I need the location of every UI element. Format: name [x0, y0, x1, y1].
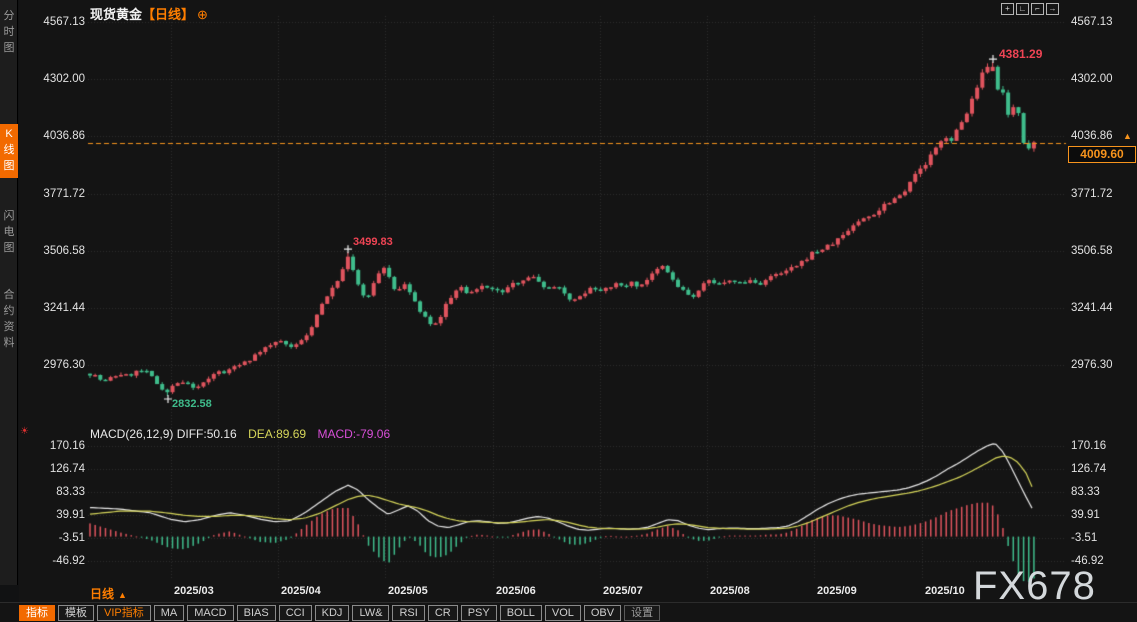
macd-axis-label-left: 126.74	[33, 463, 85, 475]
circle-plus-icon[interactable]: ⊕	[197, 7, 208, 22]
price-axis-label-left: 4036.86	[33, 130, 85, 142]
tab-CR[interactable]: CR	[428, 605, 458, 621]
tab-BOLL[interactable]: BOLL	[500, 605, 542, 621]
tab-指标[interactable]: 指标	[19, 605, 55, 621]
macd-axis-label-right: 39.91	[1071, 509, 1100, 521]
price-up-arrow-icon: ▲	[1123, 131, 1132, 141]
tab-模板[interactable]: 模板	[58, 605, 94, 621]
zoom-x-axis-icon[interactable]: ∟	[1016, 3, 1029, 15]
macd-hist-value: MACD:-79.06	[317, 427, 390, 441]
sidebar-item-1[interactable]: 分 时 图	[0, 6, 18, 60]
x-axis-label-month: 2025/09	[817, 585, 857, 597]
tab-设置[interactable]: 设置	[624, 605, 660, 621]
export-icon[interactable]: →	[1046, 3, 1059, 15]
last-price-badge[interactable]: 4009.60	[1068, 146, 1136, 163]
tab-VOL[interactable]: VOL	[545, 605, 581, 621]
x-axis-label-month: 2025/07	[603, 585, 643, 597]
annotation-all-time-high: 4381.29	[999, 47, 1042, 61]
price-axis-label-left: 4567.13	[33, 16, 85, 28]
macd-params-diff-value: MACD(26,12,9) DIFF:50.16	[90, 427, 237, 441]
tab-MA[interactable]: MA	[154, 605, 185, 621]
indicator-tab-bar: 指标模板VIP指标MAMACDBIASCCIKDJLW&RSICRPSYBOLL…	[0, 602, 1137, 622]
price-axis-label-left: 3241.44	[33, 302, 85, 314]
chart-canvas[interactable]	[0, 0, 1137, 622]
price-axis-label-right: 2976.30	[1071, 359, 1113, 371]
triangle-up-icon: ▲	[118, 590, 127, 600]
macd-axis-label-left: 39.91	[33, 509, 85, 521]
x-axis-label-month: 2025/05	[388, 585, 428, 597]
x-axis-label-month: 2025/04	[281, 585, 321, 597]
tab-VIP指标[interactable]: VIP指标	[97, 605, 151, 621]
macd-dea-value: DEA:89.69	[248, 427, 306, 441]
indicator-alert-icon[interactable]: ☀	[20, 426, 29, 437]
macd-axis-label-right: -46.92	[1071, 555, 1104, 567]
period-name: 【日线】	[142, 7, 194, 22]
x-axis-label-month: 2025/10	[925, 585, 965, 597]
period-text: 日线	[90, 587, 114, 601]
price-axis-label-right: 3241.44	[1071, 302, 1113, 314]
price-axis-label-left: 3506.58	[33, 245, 85, 257]
tab-KDJ[interactable]: KDJ	[315, 605, 350, 621]
tab-LW&[interactable]: LW&	[352, 605, 389, 621]
price-axis-label-right: 4036.86	[1071, 130, 1113, 142]
price-axis-label-left: 4302.00	[33, 73, 85, 85]
sidebar-item-3[interactable]: 闪 电 图	[0, 206, 18, 260]
price-axis-label-right: 3506.58	[1071, 245, 1113, 257]
chart-mini-toolbar: +∟⌐→	[1001, 3, 1059, 15]
crosshair-icon[interactable]: +	[1001, 3, 1014, 15]
chart-type-sidebar: 分 时 图 K 线 图闪 电 图合 约 资 料	[0, 0, 18, 585]
tab-MACD[interactable]: MACD	[187, 605, 233, 621]
macd-axis-label-left: 83.33	[33, 486, 85, 498]
x-axis-label-month: 2025/06	[496, 585, 536, 597]
tab-PSY[interactable]: PSY	[461, 605, 497, 621]
price-axis-label-left: 2976.30	[33, 359, 85, 371]
macd-axis-label-left: 170.16	[33, 440, 85, 452]
tab-OBV[interactable]: OBV	[584, 605, 621, 621]
macd-axis-label-left: -46.92	[33, 555, 85, 567]
sidebar-item-4[interactable]: 合 约 资 料	[0, 285, 18, 355]
macd-axis-label-right: -3.51	[1071, 532, 1097, 544]
annotation-april-high: 3499.83	[353, 236, 393, 248]
sidebar-item-2[interactable]: K 线 图	[0, 124, 18, 178]
period-selector[interactable]: 日线 ▲	[90, 585, 127, 602]
chart-title: 现货黄金【日线】⊕	[90, 4, 208, 23]
price-axis-label-right: 3771.72	[1071, 188, 1113, 200]
tab-BIAS[interactable]: BIAS	[237, 605, 276, 621]
x-axis-label-month: 2025/08	[710, 585, 750, 597]
zoom-y-axis-icon[interactable]: ⌐	[1031, 3, 1044, 15]
price-axis-label-left: 3771.72	[33, 188, 85, 200]
price-axis-label-right: 4302.00	[1071, 73, 1113, 85]
symbol-name: 现货黄金	[90, 7, 142, 22]
tab-RSI[interactable]: RSI	[392, 605, 424, 621]
chart-application-window: 分 时 图 K 线 图闪 电 图合 约 资 料 现货黄金【日线】⊕ +∟⌐→ 45…	[0, 0, 1137, 622]
annotation-feb-low: 2832.58	[172, 398, 212, 410]
macd-axis-label-right: 126.74	[1071, 463, 1106, 475]
macd-axis-label-right: 83.33	[1071, 486, 1100, 498]
tab-CCI[interactable]: CCI	[279, 605, 312, 621]
macd-axis-label-right: 170.16	[1071, 440, 1106, 452]
macd-axis-label-left: -3.51	[33, 532, 85, 544]
macd-indicator-header[interactable]: MACD(26,12,9) DIFF:50.16 DEA:89.69 MACD:…	[90, 427, 390, 441]
x-axis-label-month: 2025/03	[174, 585, 214, 597]
price-axis-label-right: 4567.13	[1071, 16, 1113, 28]
